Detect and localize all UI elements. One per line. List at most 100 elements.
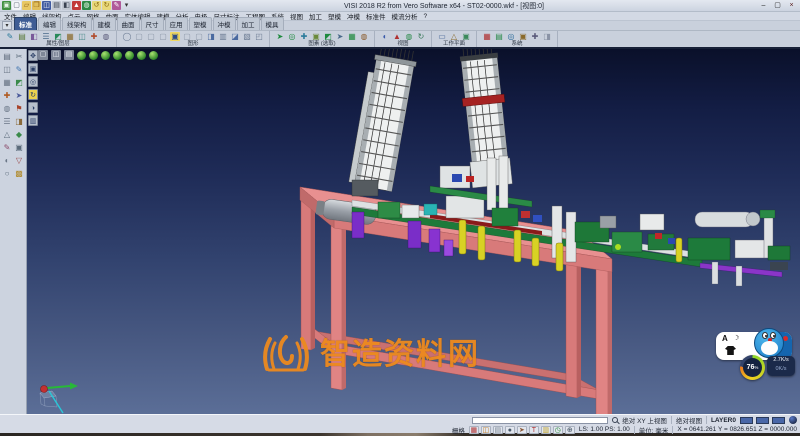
crosshair-icon[interactable]: ⊕: [565, 426, 575, 434]
net-speed-widget[interactable]: A ☽ 76% 2.7K/s: [716, 330, 798, 380]
tab-tooling[interactable]: 模具: [261, 17, 284, 30]
snap-grid-icon[interactable]: ▦: [469, 426, 479, 434]
layer-color-swatch[interactable]: [740, 417, 753, 424]
dock-plus-icon[interactable]: ✚: [1, 90, 13, 102]
layer-color-swatch[interactable]: [772, 417, 785, 424]
open-folder-icon[interactable]: ▱: [22, 1, 31, 10]
units-status[interactable]: 单位: 毫米: [639, 425, 669, 435]
menu-item[interactable]: 塑模: [328, 11, 341, 21]
pan-icon[interactable]: ✥: [28, 50, 38, 61]
tab-edit[interactable]: 编辑: [38, 17, 61, 30]
snap-mid-icon[interactable]: ▤: [493, 426, 503, 434]
tab-die[interactable]: 冲模: [213, 17, 236, 30]
dock-diamond-icon[interactable]: ◆: [13, 129, 25, 141]
redo-icon[interactable]: ↻: [102, 1, 111, 10]
qa-more-dropdown-icon[interactable]: ▾: [122, 1, 131, 10]
snap-height-icon[interactable]: ▥: [541, 426, 551, 434]
dock-open-icon[interactable]: ▤: [1, 51, 13, 63]
shade-half-icon[interactable]: ◩: [53, 32, 63, 41]
menu-item[interactable]: 标准件: [366, 11, 386, 21]
new-file-icon[interactable]: ▢: [12, 1, 21, 10]
tab-machining[interactable]: 加工: [237, 17, 260, 30]
system-box-icon[interactable]: ▣: [518, 32, 528, 41]
select-add-icon[interactable]: ✚: [299, 32, 309, 41]
view-rotate-icon[interactable]: ↻: [416, 32, 426, 41]
net-speed-pill[interactable]: 2.7K/s 0K/s: [767, 356, 795, 376]
dock-down-icon[interactable]: ▽: [13, 155, 25, 167]
split-window-icon[interactable]: ◫: [51, 50, 61, 60]
workplane-set-icon[interactable]: ▣: [461, 32, 471, 41]
dock-list-icon[interactable]: ☰: [1, 116, 13, 128]
app-icon[interactable]: ▣: [2, 1, 11, 10]
dock-panel-icon[interactable]: ▣: [13, 142, 25, 154]
rotate-view-icon[interactable]: ↻: [28, 89, 38, 100]
dock-shade-icon[interactable]: ◩: [13, 77, 25, 89]
tab-surface[interactable]: 曲面: [117, 17, 140, 30]
dock-scissors-icon[interactable]: ✂: [13, 51, 25, 63]
3d-viewport[interactable]: ▢◫▤ ✥▣◎↻◑▥ 智造资料网: [27, 49, 800, 414]
menu-item[interactable]: ?: [424, 13, 428, 20]
named-view-icon[interactable]: ▤: [64, 50, 74, 60]
globe-layer-icon[interactable]: ◍: [101, 32, 111, 41]
system-cross-icon[interactable]: ✚: [530, 32, 540, 41]
view-bottom-icon[interactable]: [137, 51, 146, 60]
dock-arrow-icon[interactable]: ➤: [13, 90, 25, 102]
menu-item[interactable]: 模流分析: [392, 11, 418, 21]
dock-grid-icon[interactable]: ▦: [1, 77, 13, 89]
scale-status[interactable]: LS: 1.00 PS: 1.00: [579, 426, 630, 433]
system-panel-icon[interactable]: ◨: [542, 32, 552, 41]
system-target-icon[interactable]: ◎: [506, 32, 516, 41]
print-icon[interactable]: ▤: [52, 1, 61, 10]
rows-icon[interactable]: ▥: [218, 32, 228, 41]
dock-flag-icon[interactable]: ⚑: [13, 103, 25, 115]
brush-icon[interactable]: ✎: [112, 1, 121, 10]
minimize-button[interactable]: –: [757, 1, 770, 10]
usage-gauge[interactable]: 76%: [740, 355, 765, 380]
layer-list-icon[interactable]: ▤: [17, 32, 27, 41]
grid-toggle-label[interactable]: 栅格: [452, 425, 465, 435]
dock-pencil-icon[interactable]: ✎: [13, 64, 25, 76]
close-button[interactable]: ×: [785, 1, 798, 10]
menu-item[interactable]: 冲模: [347, 11, 360, 21]
system-map-icon[interactable]: ▦: [482, 32, 492, 41]
search-icon[interactable]: [612, 417, 618, 423]
tab-standard[interactable]: 标准: [14, 17, 37, 30]
view-iso-icon[interactable]: [113, 51, 122, 60]
tab-overflow-dropdown-icon[interactable]: ▾: [2, 21, 12, 30]
delete-icon[interactable]: ▲: [72, 1, 81, 10]
layer-color-swatch[interactable]: [756, 417, 769, 424]
line-style-icon[interactable]: ☰: [41, 32, 51, 41]
snap-text-icon[interactable]: T: [529, 426, 539, 434]
dock-hatch-icon[interactable]: ▩: [13, 168, 25, 180]
select-grid-icon[interactable]: ▦: [347, 32, 357, 41]
view-top-icon[interactable]: [77, 51, 86, 60]
add-layer-icon[interactable]: ✚: [89, 32, 99, 41]
snap-node-icon[interactable]: ●: [505, 426, 515, 434]
select-arrow-icon[interactable]: ➤: [275, 32, 285, 41]
swap-layer-icon[interactable]: ◫: [77, 32, 87, 41]
view-dynamic-icon[interactable]: [149, 51, 158, 60]
select-chain-icon[interactable]: ➤: [335, 32, 345, 41]
select-circle-icon[interactable]: ◎: [287, 32, 297, 41]
blank-view2-icon[interactable]: ▢: [146, 32, 156, 41]
workplane-status[interactable]: 绝对 XY 上视图: [622, 415, 667, 425]
undo-icon[interactable]: ↺: [92, 1, 101, 10]
view-zoom-icon[interactable]: ▲: [392, 32, 402, 41]
maximize-button[interactable]: ▢: [771, 1, 784, 10]
shading-icon[interactable]: ◑: [28, 102, 38, 113]
attribute-pencil-icon[interactable]: ✎: [5, 32, 15, 41]
active-layer-status[interactable]: LAYER0: [711, 417, 736, 424]
select-face-icon[interactable]: ◩: [323, 32, 333, 41]
status-ball-icon[interactable]: [789, 416, 797, 424]
blank-view4-icon[interactable]: ▢: [182, 32, 192, 41]
dock-globe-icon[interactable]: ◍: [1, 103, 13, 115]
save-icon[interactable]: ◫: [42, 1, 51, 10]
blank-view5-icon[interactable]: ▢: [194, 32, 204, 41]
snap-vector-icon[interactable]: ➤: [517, 426, 527, 434]
dock-viewcube-icon[interactable]: ◫: [1, 64, 13, 76]
view-shade-icon[interactable]: ◐: [380, 32, 390, 41]
tab-apply[interactable]: 应用: [165, 17, 188, 30]
copy-view-icon[interactable]: ◧: [62, 1, 71, 10]
snap-ortho-icon[interactable]: ◫: [481, 426, 491, 434]
blank-view-icon[interactable]: ▢: [134, 32, 144, 41]
